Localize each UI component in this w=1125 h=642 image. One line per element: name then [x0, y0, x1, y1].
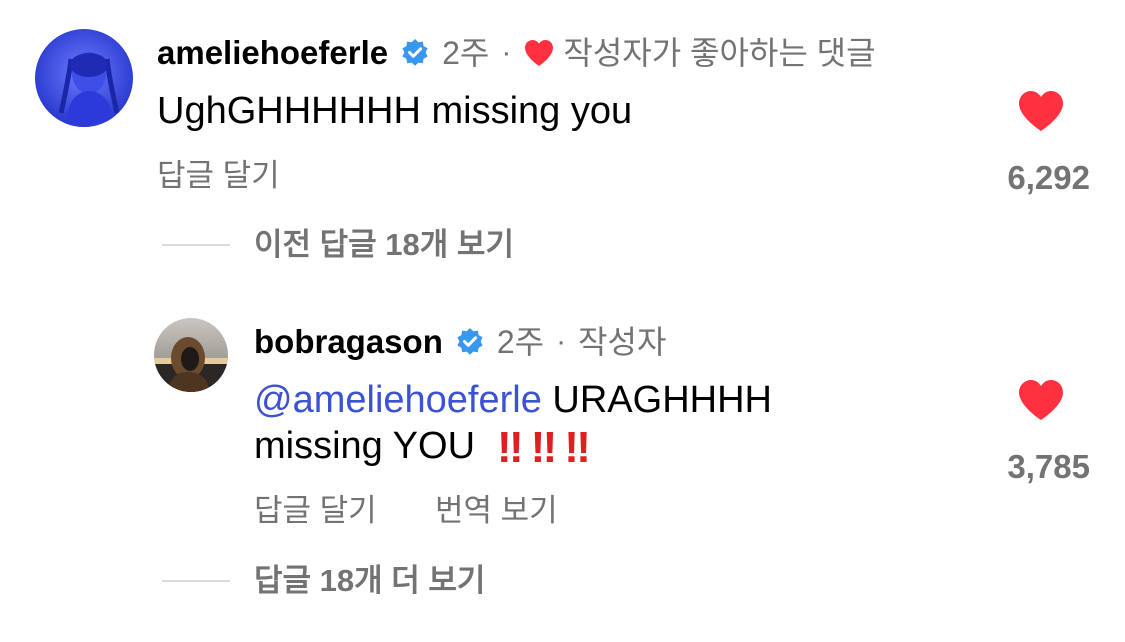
verified-badge-icon — [455, 327, 485, 357]
separator-dot: · — [501, 36, 512, 69]
avatar-ameliehoeferle[interactable] — [35, 29, 133, 127]
heart-icon[interactable] — [1017, 378, 1065, 422]
mention-link[interactable]: @ameliehoeferle — [254, 379, 542, 421]
creator-liked-label: 작성자가 좋아하는 댓글 — [563, 35, 876, 71]
comment-header: ameliehoeferle 2주 · 작성자가 좋아하는 댓글 — [157, 33, 876, 73]
comment-text-line1: URAGHHHH — [541, 379, 772, 421]
view-previous-replies-button[interactable]: 이전 답글 18개 보기 — [254, 226, 514, 264]
double-exclamation-emoji: ‼ — [564, 423, 590, 472]
emoji-group: ‼ ‼ ‼ — [497, 423, 591, 472]
thread-line — [162, 244, 230, 246]
reply-button[interactable]: 답글 달기 — [157, 157, 280, 195]
comment-text-line2: missing YOU — [254, 425, 476, 467]
avatar-bobragason[interactable] — [154, 318, 228, 392]
heart-icon[interactable] — [1017, 89, 1065, 133]
heart-icon — [523, 38, 555, 68]
comment-time: 2주 — [496, 324, 545, 360]
comment-time: 2주 — [442, 35, 490, 71]
like-count: 6,292 — [1007, 159, 1090, 196]
username-link[interactable]: bobragason — [254, 322, 443, 362]
translate-button[interactable]: 번역 보기 — [435, 492, 558, 530]
verified-badge-icon — [400, 38, 430, 68]
comment-text: UghGHHHHHH missing you — [157, 90, 633, 132]
double-exclamation-emoji: ‼ — [530, 423, 557, 472]
comment-text: @ameliehoeferle URAGHHHH missing YOU ‼ ‼ ‼ — [254, 377, 772, 471]
comment-header: bobragason 2주 · 작성자 — [254, 322, 666, 362]
view-more-replies-button[interactable]: 답글 18개 더 보기 — [254, 562, 485, 600]
separator-dot: · — [556, 325, 567, 358]
reply-button[interactable]: 답글 달기 — [254, 492, 377, 530]
thread-line — [162, 580, 230, 582]
username-link[interactable]: ameliehoeferle — [157, 33, 388, 73]
double-exclamation-emoji: ‼ — [497, 423, 523, 472]
like-count: 3,785 — [1007, 448, 1090, 485]
author-label: 작성자 — [578, 324, 667, 360]
